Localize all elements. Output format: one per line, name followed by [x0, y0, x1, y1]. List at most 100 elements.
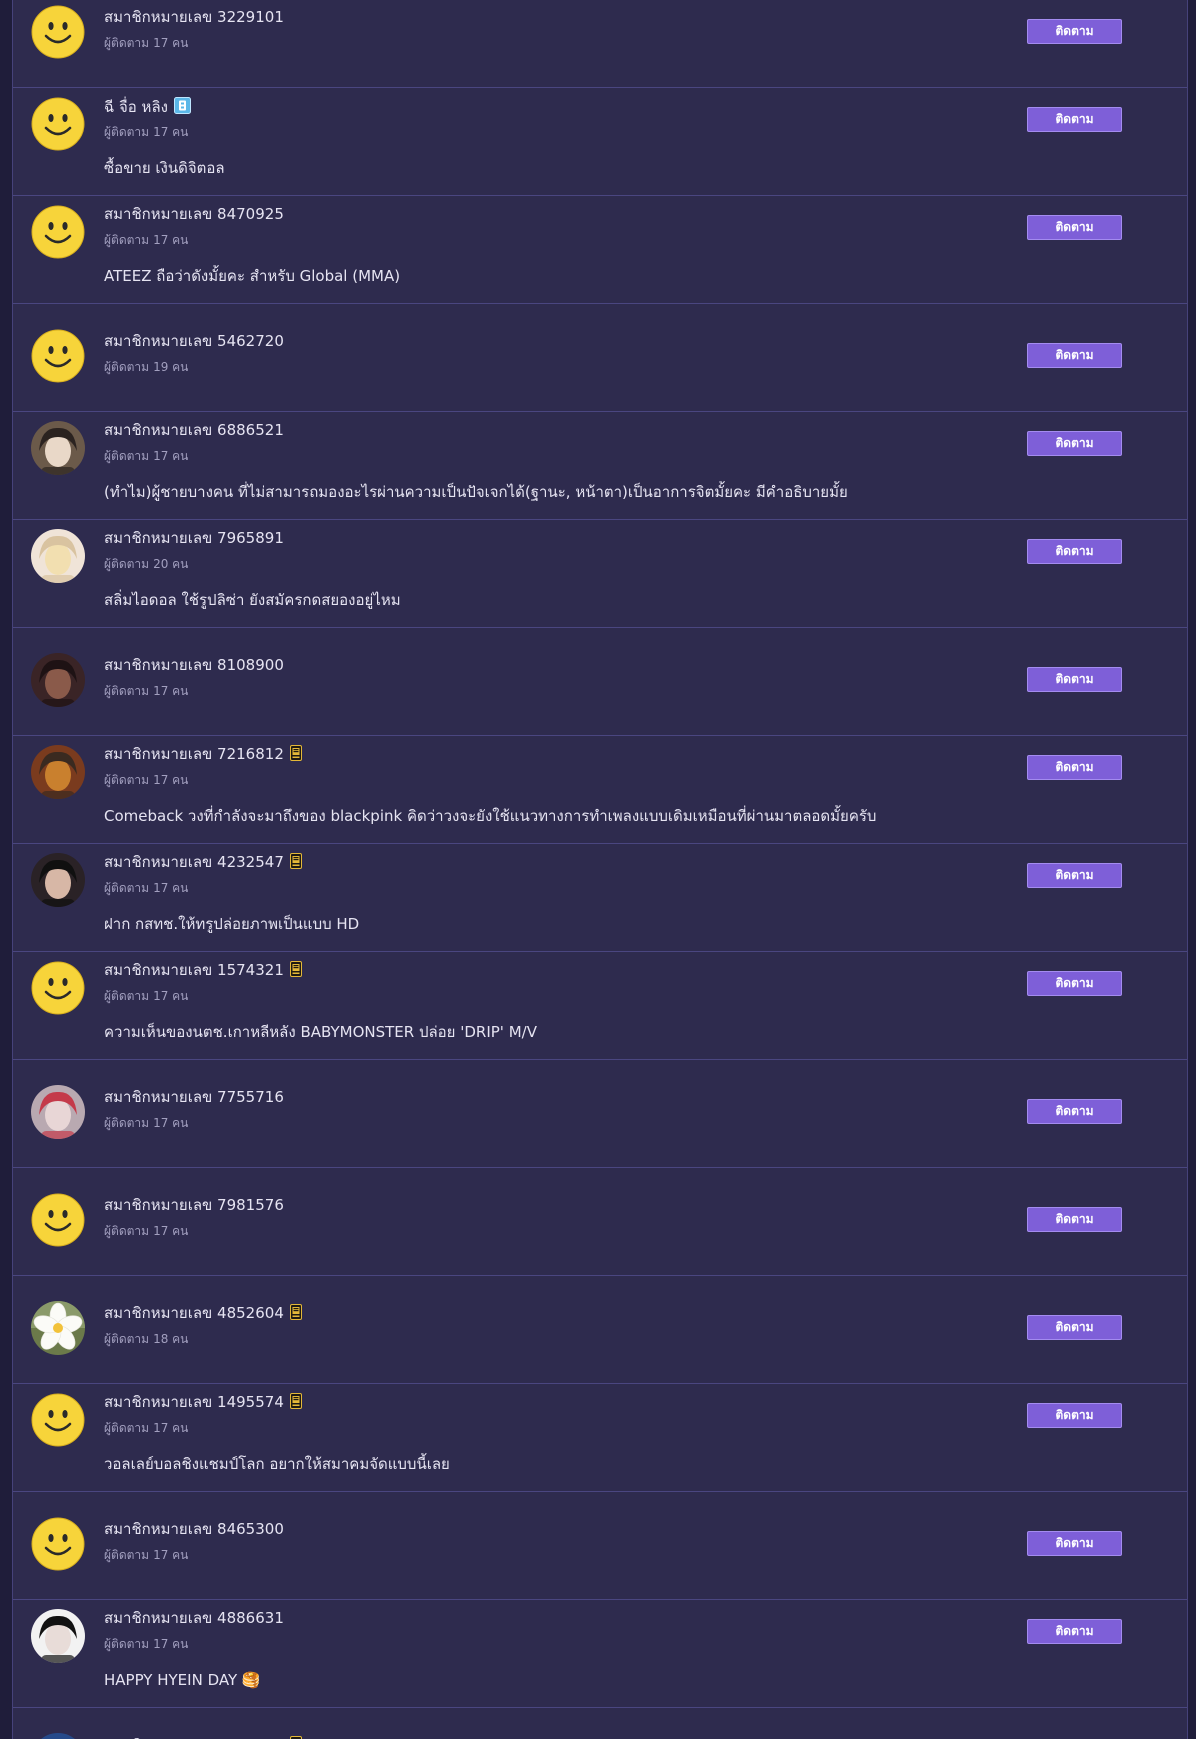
- member-name-text[interactable]: สมาชิกหมายเลข 4886631: [104, 1609, 284, 1627]
- follower-count: ผู้ติดตาม 17 คน: [104, 1637, 188, 1652]
- avatar[interactable]: [31, 1609, 85, 1663]
- member-row: สมาชิกหมายเลข 7216812 ผู้ติดตาม 17 คน Comeb…: [13, 736, 1187, 844]
- member-name[interactable]: สมาชิกหมายเลข 4232547: [104, 853, 302, 873]
- member-name-text[interactable]: สมาชิกหมายเลข 8470925: [104, 205, 284, 223]
- member-row: สมาชิกหมายเลข 4886631 ผู้ติดตาม 17 คน HAPPY…: [13, 1600, 1187, 1708]
- member-name-text[interactable]: ฉี จื่อ หลิง: [104, 98, 168, 116]
- avatar-smiley-icon[interactable]: [31, 5, 85, 59]
- member-name-text[interactable]: สมาชิกหมายเลข 1574321: [104, 961, 284, 979]
- follow-button[interactable]: ติดตาม: [1027, 1207, 1122, 1232]
- follower-count: ผู้ติดตาม 19 คน: [104, 360, 188, 375]
- follower-label: ผู้ติดตาม: [104, 1116, 150, 1130]
- follow-button[interactable]: ติดตาม: [1027, 863, 1122, 888]
- member-name-text[interactable]: สมาชิกหมายเลข 7216812: [104, 745, 284, 763]
- member-name[interactable]: สมาชิกหมายเลข 7755716: [104, 1088, 284, 1106]
- member-name[interactable]: ฉี จื่อ หลิง: [104, 97, 191, 118]
- member-row: สมาชิกหมายเลข 4852604 ผู้ติดตาม 18 คน ติดตา…: [13, 1276, 1187, 1384]
- follow-button[interactable]: ติดตาม: [1027, 19, 1122, 44]
- topic-link[interactable]: (ทำไม)ผู้ชายบางคน ที่ไม่สามารถมองอะไรผ่า…: [104, 483, 848, 501]
- follower-value: 17 คน: [153, 773, 189, 787]
- member-row: สมาชิกหมายเลข 6886521 ผู้ติดตาม 17 คน (ทำไม…: [13, 412, 1187, 520]
- member-name[interactable]: สมาชิกหมายเลข 8465300: [104, 1520, 284, 1538]
- follower-value: 17 คน: [153, 1548, 189, 1562]
- member-name[interactable]: สมาชิกหมายเลข 4852604: [104, 1304, 302, 1324]
- member-name[interactable]: สมาชิกหมายเลข 5462720: [104, 332, 284, 350]
- topic-link[interactable]: วอลเลย์บอลชิงแชมป์โลก อยากให้สมาคมจัดแบบ…: [104, 1455, 450, 1473]
- member-name-text[interactable]: สมาชิกหมายเลข 7981576: [104, 1196, 284, 1214]
- follower-value: 17 คน: [153, 233, 189, 247]
- member-name-text[interactable]: สมาชิกหมายเลข 8108900: [104, 656, 284, 674]
- follow-button[interactable]: ติดตาม: [1027, 539, 1122, 564]
- member-name-text[interactable]: สมาชิกหมายเลข 1495574: [104, 1393, 284, 1411]
- member-row: สมาชิกหมายเลข 8470925 ผู้ติดตาม 17 คน ATEEZ…: [13, 196, 1187, 304]
- follower-label: ผู้ติดตาม: [104, 557, 150, 571]
- member-name[interactable]: สมาชิกหมายเลข 7965891: [104, 529, 284, 547]
- follow-button[interactable]: ติดตาม: [1027, 971, 1122, 996]
- follower-value: 17 คน: [153, 449, 189, 463]
- avatar[interactable]: [31, 853, 85, 907]
- avatar[interactable]: [31, 653, 85, 707]
- avatar-smiley-icon[interactable]: [31, 961, 85, 1015]
- topic-link[interactable]: HAPPY HYEIN DAY 🥞: [104, 1671, 261, 1689]
- follow-button[interactable]: ติดตาม: [1027, 1099, 1122, 1124]
- follow-button[interactable]: ติดตาม: [1027, 343, 1122, 368]
- member-name[interactable]: สมาชิกหมายเลข 3229101: [104, 8, 284, 26]
- member-name[interactable]: สมาชิกหมายเลข 6886521: [104, 421, 284, 439]
- follower-count: ผู้ติดตาม 17 คน: [104, 684, 188, 699]
- member-name[interactable]: สมาชิกหมายเลข 8108900: [104, 656, 284, 674]
- member-name[interactable]: สมาชิกหมายเลข 4886631: [104, 1609, 284, 1627]
- avatar-smiley-icon[interactable]: [31, 1193, 85, 1247]
- member-name[interactable]: สมาชิกหมายเลข 1574321: [104, 961, 302, 981]
- follow-button[interactable]: ติดตาม: [1027, 755, 1122, 780]
- follower-count: ผู้ติดตาม 17 คน: [104, 1116, 188, 1131]
- member-name-text[interactable]: สมาชิกหมายเลข 8465300: [104, 1520, 284, 1538]
- member-name[interactable]: สมาชิกหมายเลข 7981576: [104, 1196, 284, 1214]
- follow-button[interactable]: ติดตาม: [1027, 215, 1122, 240]
- topic-link[interactable]: Comeback วงที่กำลังจะมาถึงของ blackpink …: [104, 807, 876, 825]
- member-name-text[interactable]: สมาชิกหมายเลข 6886521: [104, 421, 284, 439]
- follow-button[interactable]: ติดตาม: [1027, 1619, 1122, 1644]
- avatar[interactable]: [31, 745, 85, 799]
- avatar-smiley-icon[interactable]: [31, 1393, 85, 1447]
- member-name[interactable]: สมาชิกหมายเลข 8470925: [104, 205, 284, 223]
- member-name-text[interactable]: สมาชิกหมายเลข 4232547: [104, 853, 284, 871]
- member-card-icon: [289, 853, 302, 873]
- avatar[interactable]: [31, 1733, 85, 1739]
- follow-button[interactable]: ติดตาม: [1027, 1403, 1122, 1428]
- avatar-smiley-icon[interactable]: [31, 329, 85, 383]
- topic-link[interactable]: ซื้อขาย เงินดิจิตอล: [104, 159, 225, 177]
- member-card-icon: [289, 745, 302, 765]
- avatar[interactable]: [31, 1085, 85, 1139]
- member-name-text[interactable]: สมาชิกหมายเลข 7755716: [104, 1088, 284, 1106]
- follower-value: 19 คน: [153, 360, 189, 374]
- follower-value: 17 คน: [153, 1116, 189, 1130]
- topic-link[interactable]: ATEEZ ถือว่าดังมั้ยคะ สำหรับ Global (MMA…: [104, 267, 400, 285]
- avatar-smiley-icon[interactable]: [31, 97, 85, 151]
- avatar-smiley-icon[interactable]: [31, 205, 85, 259]
- member-row: สมาชิกหมายเลข 8108900 ผู้ติดตาม 17 คน ติดตา…: [13, 628, 1187, 736]
- avatar[interactable]: [31, 421, 85, 475]
- member-card-icon: [289, 961, 302, 981]
- follow-button[interactable]: ติดตาม: [1027, 107, 1122, 132]
- avatar-smiley-icon[interactable]: [31, 1517, 85, 1571]
- topic-link[interactable]: สลิ่มไอดอล ใช้รูปลิซ่า ยังสมัครกดสยองอยู…: [104, 591, 401, 609]
- follow-button[interactable]: ติดตาม: [1027, 1315, 1122, 1340]
- follow-button[interactable]: ติดตาม: [1027, 431, 1122, 456]
- follower-count: ผู้ติดตาม 17 คน: [104, 1548, 188, 1563]
- member-name-text[interactable]: สมาชิกหมายเลข 3229101: [104, 8, 284, 26]
- avatar[interactable]: [31, 1301, 85, 1355]
- member-name[interactable]: สมาชิกหมายเลข 1495574: [104, 1393, 302, 1413]
- member-name-text[interactable]: สมาชิกหมายเลข 5462720: [104, 332, 284, 350]
- member-name-text[interactable]: สมาชิกหมายเลข 4852604: [104, 1304, 284, 1322]
- topic-link[interactable]: ฝาก กสทช.ให้ทรูปล่อยภาพเป็นแบบ HD: [104, 915, 359, 933]
- topic-link[interactable]: ความเห็นของนตช.เกาหลีหลัง BABYMONSTER ปล…: [104, 1023, 537, 1041]
- b-badge-icon: [173, 97, 191, 118]
- follow-button[interactable]: ติดตาม: [1027, 667, 1122, 692]
- follower-value: 17 คน: [153, 881, 189, 895]
- member-name[interactable]: สมาชิกหมายเลข 7216812: [104, 745, 302, 765]
- avatar[interactable]: [31, 529, 85, 583]
- follower-count: ผู้ติดตาม 17 คน: [104, 1421, 188, 1436]
- follow-button[interactable]: ติดตาม: [1027, 1531, 1122, 1556]
- member-name-text[interactable]: สมาชิกหมายเลข 7965891: [104, 529, 284, 547]
- follower-count: ผู้ติดตาม 17 คน: [104, 36, 188, 51]
